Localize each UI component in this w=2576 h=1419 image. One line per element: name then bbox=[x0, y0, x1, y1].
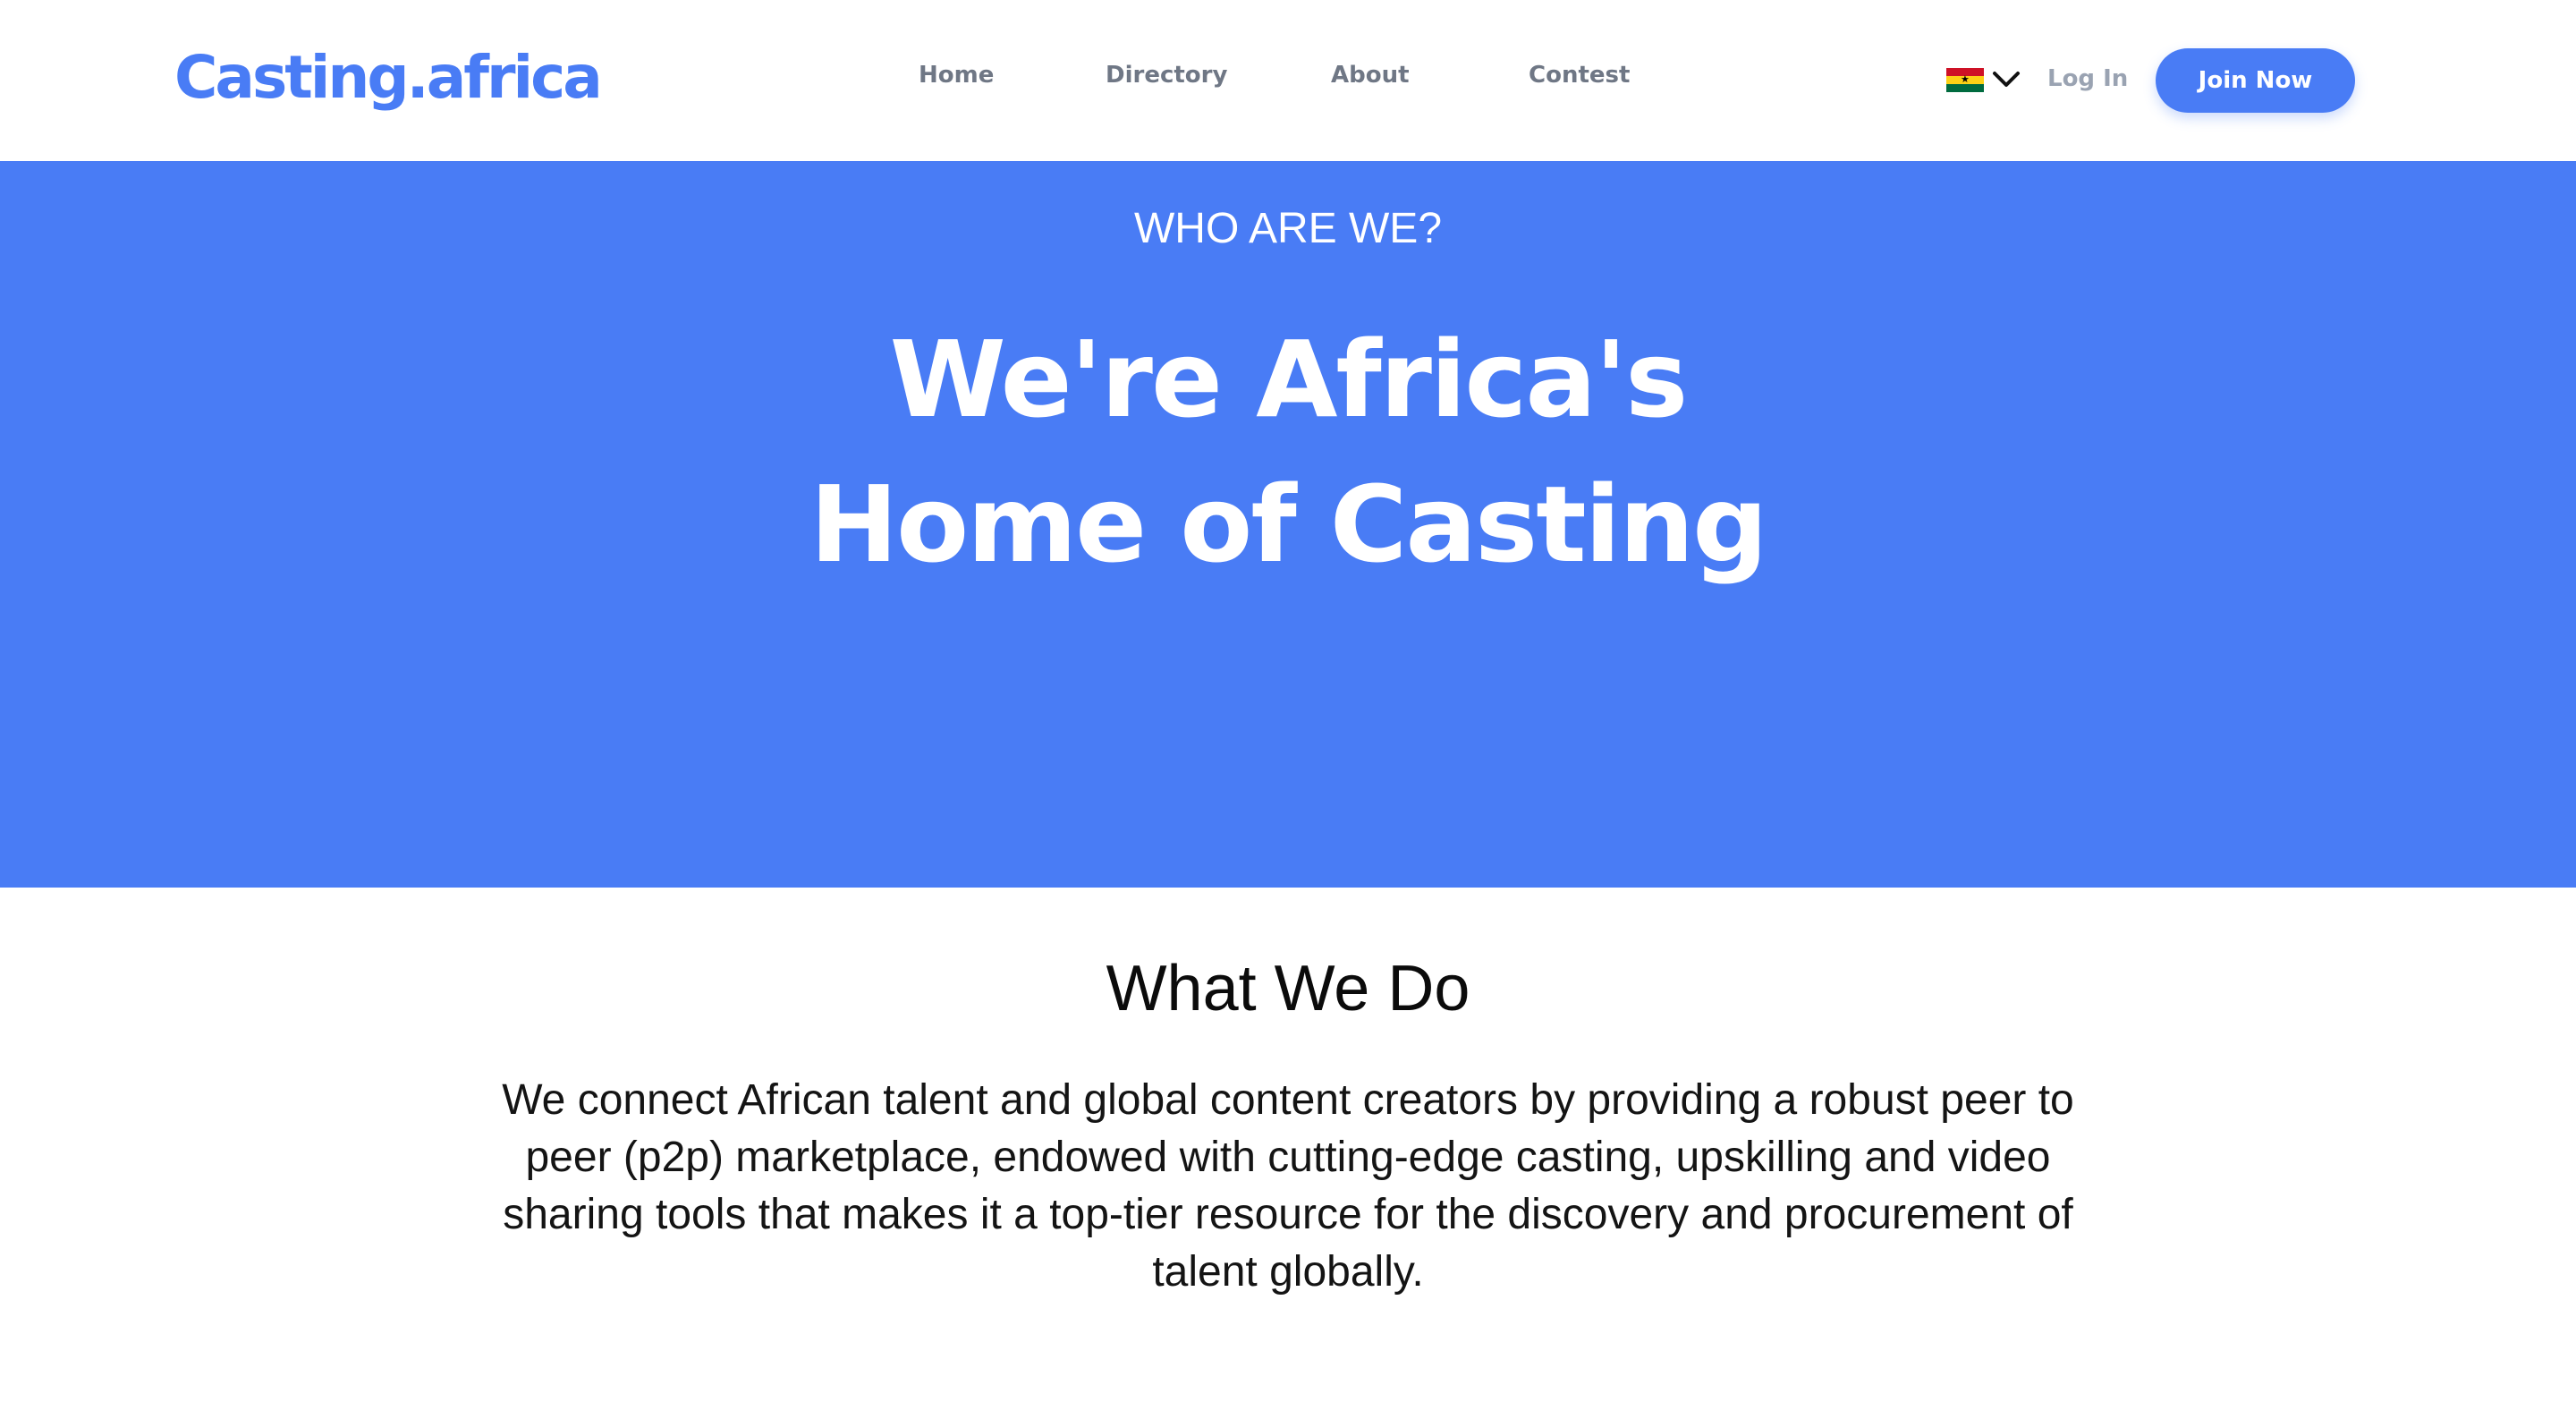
language-selector[interactable]: ★ bbox=[1946, 66, 2021, 97]
section-description: We connect African talent and global con… bbox=[502, 1076, 2074, 1296]
chevron-down-icon bbox=[1993, 72, 2020, 87]
hero-title-line-1: We're Africa's bbox=[889, 318, 1689, 441]
login-link[interactable]: Log In bbox=[2047, 63, 2128, 95]
nav-link-about[interactable]: About bbox=[1331, 59, 1410, 91]
site-header: Casting.africa Home Directory About Cont… bbox=[0, 0, 2576, 161]
nav-link-contest[interactable]: Contest bbox=[1529, 59, 1630, 91]
hero-banner: WHO ARE WE? We're Africa's Home of Casti… bbox=[0, 161, 2576, 888]
ghana-flag-icon: ★ bbox=[1946, 68, 1984, 92]
site-logo[interactable]: Casting.africa bbox=[174, 38, 603, 118]
nav-link-home[interactable]: Home bbox=[919, 59, 994, 91]
nav-link-directory[interactable]: Directory bbox=[1106, 59, 1227, 91]
section-title: What We Do bbox=[1106, 953, 1470, 1024]
hero-eyebrow: WHO ARE WE? bbox=[1133, 205, 1443, 252]
hero-title-line-2: Home of Casting bbox=[809, 463, 1767, 586]
join-now-button[interactable]: Join Now bbox=[2156, 48, 2355, 113]
